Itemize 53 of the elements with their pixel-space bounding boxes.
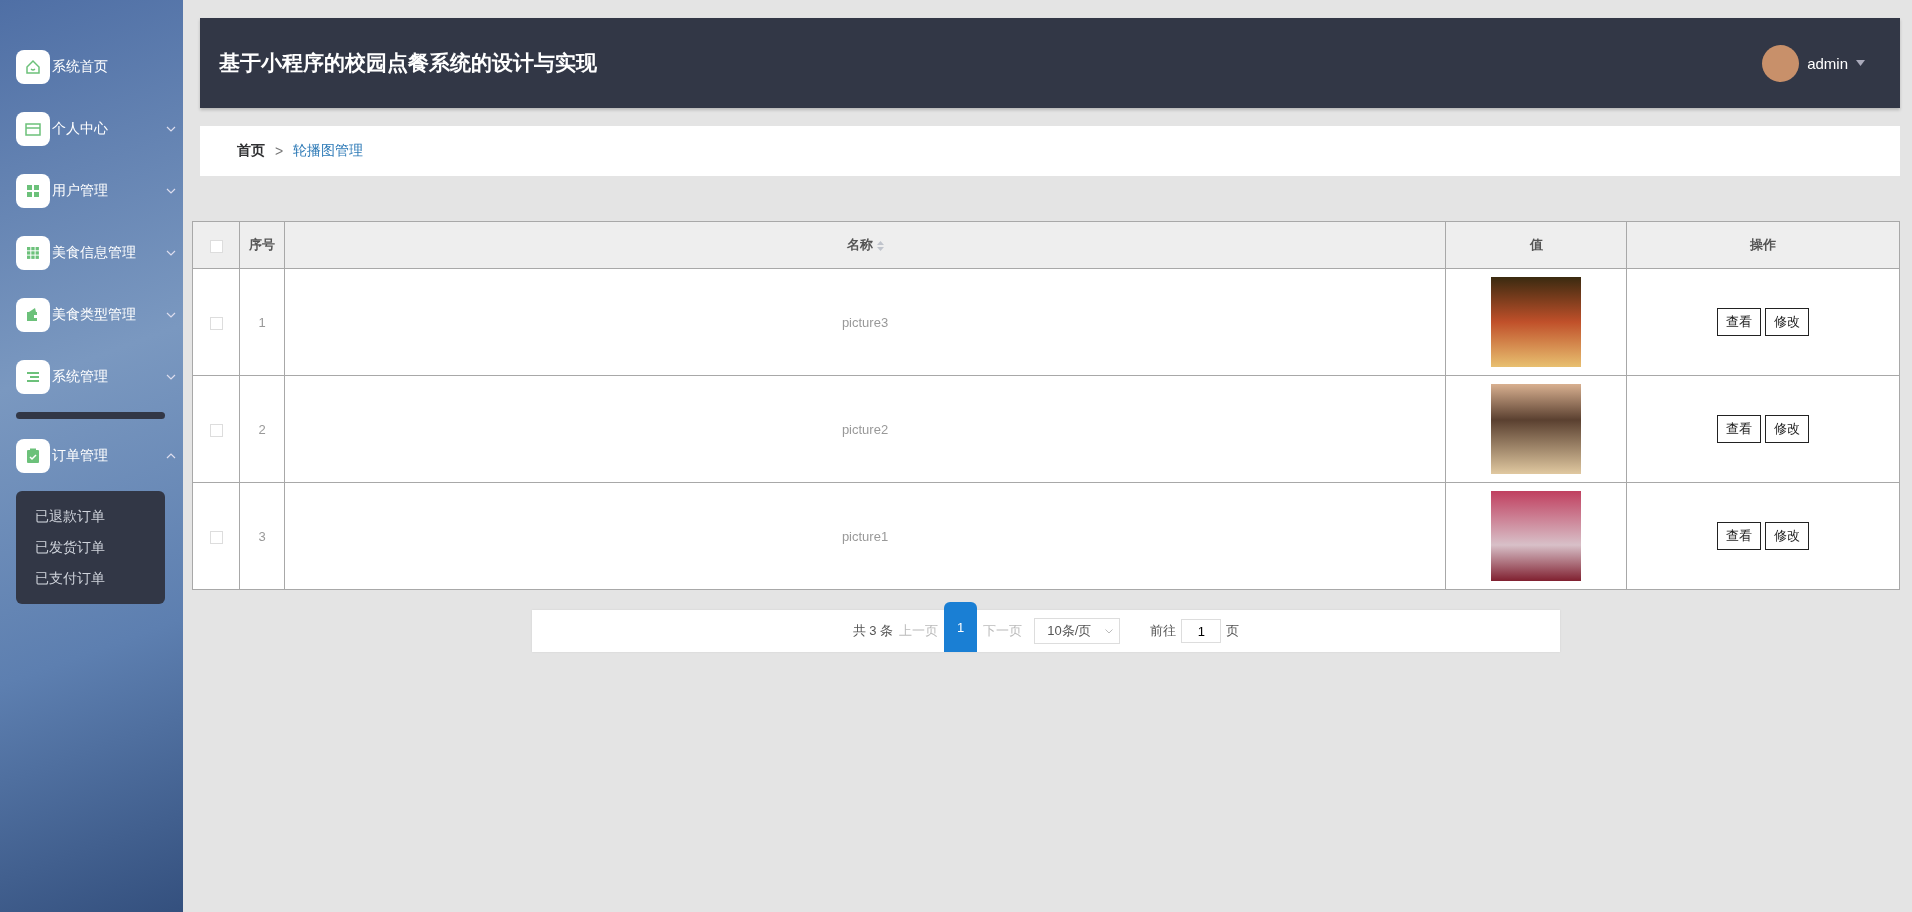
sidebar-item[interactable]: 个人中心 [16,112,176,146]
select-all-checkbox[interactable] [209,239,223,253]
grid-icon [16,174,50,208]
row-checkbox[interactable] [209,423,223,437]
avatar[interactable] [1762,44,1800,82]
app-title: 基于小程序的校园点餐系统的设计与实现 [219,50,597,76]
breadcrumb-separator: > [275,143,284,159]
action-button[interactable]: 查看 [1717,415,1761,443]
sidebar-item[interactable]: 系统首页 [16,50,176,84]
house-icon [16,50,50,84]
caret-icon[interactable] [1856,60,1865,66]
submenu-item[interactable]: 已退款订单 [16,501,165,532]
table-cell: 3 [258,528,266,544]
chevron-icon [1105,628,1114,634]
table-cell: 1 [258,314,266,330]
chevron-icon [166,453,176,459]
page-number[interactable]: 1 [944,602,978,652]
table-cell: picture1 [841,528,889,544]
page-suffix: 页 [1226,622,1240,640]
sidebar-item[interactable]: 用户管理 [16,174,176,208]
table-cell: picture2 [841,421,889,437]
chevron-icon [166,374,176,380]
chevron-icon [166,250,176,256]
column-header: 值 [1529,237,1543,252]
user-name[interactable]: admin [1807,54,1848,72]
chevron-icon [166,312,176,318]
card-icon [16,112,50,146]
column-header: 序号 [249,237,275,252]
chevron-icon [166,188,176,194]
list-icon [16,360,50,394]
sort-icon[interactable] [876,240,884,251]
column-header: 操作 [1750,237,1776,252]
total-count: 共 3 条 [852,622,894,640]
table-cell: picture3 [841,314,889,330]
row-checkbox[interactable] [209,530,223,544]
action-button[interactable]: 修改 [1765,415,1809,443]
action-button[interactable]: 修改 [1765,522,1809,550]
clipboard-icon [16,439,50,473]
breadcrumb-current: 轮播图管理 [293,142,364,160]
action-button[interactable]: 查看 [1717,308,1761,336]
table-cell: 2 [258,421,266,437]
action-button[interactable]: 修改 [1765,308,1809,336]
page-size-select[interactable]: 10条/页 [1034,618,1121,644]
chevron-icon [166,126,176,132]
goto-label: 前往 [1150,622,1177,640]
submenu-item[interactable]: 已支付订单 [16,563,165,594]
submenu-item[interactable]: 已发货订单 [16,532,165,563]
grid-icon [16,236,50,270]
column-header[interactable]: 名称 [846,237,873,252]
row-checkbox[interactable] [209,316,223,330]
action-button[interactable]: 查看 [1717,522,1761,550]
breadcrumb-link[interactable]: 首页 [237,142,265,160]
page-input[interactable]: 1 [1181,619,1222,643]
